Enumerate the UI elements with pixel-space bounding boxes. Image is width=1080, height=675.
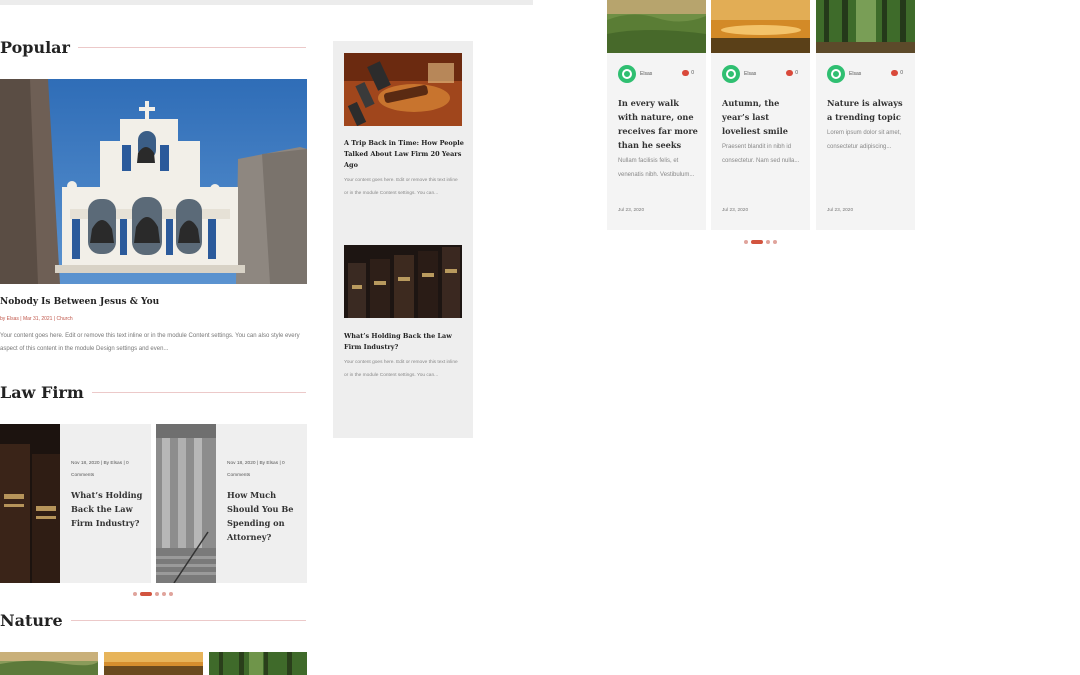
popular-post-meta[interactable]: by Elsas | Mar 31, 2021 | Church (0, 316, 73, 322)
sidebar-post-excerpt: Your content goes here. Edit or remove t… (344, 360, 458, 378)
comment-count-value: 0 (691, 70, 694, 76)
popular-post-image[interactable] (0, 79, 307, 284)
sidebar-post-excerpt: Your content goes here. Edit or remove t… (344, 178, 458, 196)
carousel-dot[interactable] (133, 592, 137, 596)
law-post-meta: Nov 18, 2020 | By Elsas | 0 Comments (227, 461, 285, 478)
law-post-card[interactable]: Nov 18, 2020 | By Elsas | 0 Comments Wha… (0, 424, 151, 583)
law-post-title[interactable]: What’s Holding Back the Law Firm Industr… (71, 488, 149, 530)
carousel-dot[interactable] (744, 240, 748, 244)
avatar-logo-icon (622, 69, 632, 79)
avatar-logo-icon (831, 69, 841, 79)
comment-count[interactable]: 0 (682, 70, 694, 76)
author-name[interactable]: Elsas (640, 71, 652, 77)
popular-post-excerpt: Your content goes here. Edit or remove t… (0, 333, 300, 352)
nature-post-image[interactable] (209, 652, 307, 675)
sidebar-panel: A Trip Back in Time: How People Talked A… (333, 41, 473, 438)
nature-card-date: Jul 23, 2020 (618, 208, 645, 213)
nature-card-title[interactable]: Autumn, the year’s last loveliest smile (722, 96, 804, 138)
law-post-title[interactable]: How Much Should You Be Spending on Attor… (227, 488, 305, 544)
comment-count-value: 0 (900, 70, 903, 76)
heading-divider (91, 392, 306, 393)
comment-count[interactable]: 0 (786, 70, 798, 76)
law-post-image[interactable] (0, 424, 60, 583)
law-post-image[interactable] (156, 424, 216, 583)
nature-post-image[interactable] (104, 652, 203, 675)
nature-card-image[interactable] (607, 0, 706, 53)
nature-card-title[interactable]: In every walk with nature, one receives … (618, 96, 700, 152)
top-bar (0, 0, 533, 5)
author-avatar[interactable] (722, 65, 740, 83)
comment-bubble-icon (891, 70, 899, 76)
comment-count[interactable]: 0 (891, 70, 903, 76)
nature-card-date: Jul 23, 2020 (827, 208, 854, 213)
comment-bubble-icon (786, 70, 794, 76)
sidebar-post-title[interactable]: What’s Holding Back the Law Firm Industr… (344, 331, 464, 353)
carousel-dot[interactable] (773, 240, 777, 244)
nature-card-title[interactable]: Nature is always a trending topic (827, 96, 909, 124)
carousel-dot-active[interactable] (751, 240, 763, 244)
carousel-dot[interactable] (766, 240, 770, 244)
comment-count-value: 0 (795, 70, 798, 76)
carousel-dot[interactable] (155, 592, 159, 596)
nature-card-excerpt: Praesent blandit in nibh id consectetur.… (722, 144, 800, 164)
nature-heading: Nature (0, 611, 306, 630)
nature-post-card[interactable]: Elsas 0 Nature is always a trending topi… (816, 53, 915, 230)
nature-card-excerpt: Nullam facilisis felis, et venenatis nib… (618, 158, 695, 178)
law-firm-heading: Law Firm (0, 383, 306, 402)
nature-carousel-dots (744, 240, 777, 244)
law-post-meta: Nov 18, 2020 | By Elsas | 0 Comments (71, 461, 129, 478)
nature-card-image[interactable] (816, 0, 915, 53)
section-title: Popular (0, 38, 70, 57)
comment-bubble-icon (682, 70, 690, 76)
nature-post-image[interactable] (0, 652, 98, 675)
law-carousel-dots (133, 592, 173, 596)
avatar-logo-icon (726, 69, 736, 79)
heading-divider (70, 620, 306, 621)
nature-post-card[interactable]: Elsas 0 Autumn, the year’s last lovelies… (711, 53, 810, 230)
section-title: Law Firm (0, 383, 84, 402)
sidebar-post-image[interactable] (344, 53, 462, 126)
author-name[interactable]: Elsas (849, 71, 861, 77)
sidebar-post-image[interactable] (344, 245, 462, 318)
sidebar-post-title[interactable]: A Trip Back in Time: How People Talked A… (344, 138, 464, 171)
author-avatar[interactable] (618, 65, 636, 83)
author-avatar[interactable] (827, 65, 845, 83)
heading-divider (77, 47, 306, 48)
nature-card-excerpt: Lorem ipsum dolor sit amet, consectetur … (827, 130, 902, 150)
law-post-card[interactable]: Nov 18, 2020 | By Elsas | 0 Comments How… (156, 424, 307, 583)
carousel-dot[interactable] (162, 592, 166, 596)
carousel-dot-active[interactable] (140, 592, 152, 596)
nature-card-date: Jul 23, 2020 (722, 208, 749, 213)
nature-post-card[interactable]: Elsas 0 In every walk with nature, one r… (607, 53, 706, 230)
nature-card-image[interactable] (711, 0, 810, 53)
carousel-dot[interactable] (169, 592, 173, 596)
popular-post-title[interactable]: Nobody Is Between Jesus & You (0, 297, 159, 307)
popular-heading: Popular (0, 38, 306, 57)
author-name[interactable]: Elsas (744, 71, 756, 77)
section-title: Nature (0, 611, 63, 630)
